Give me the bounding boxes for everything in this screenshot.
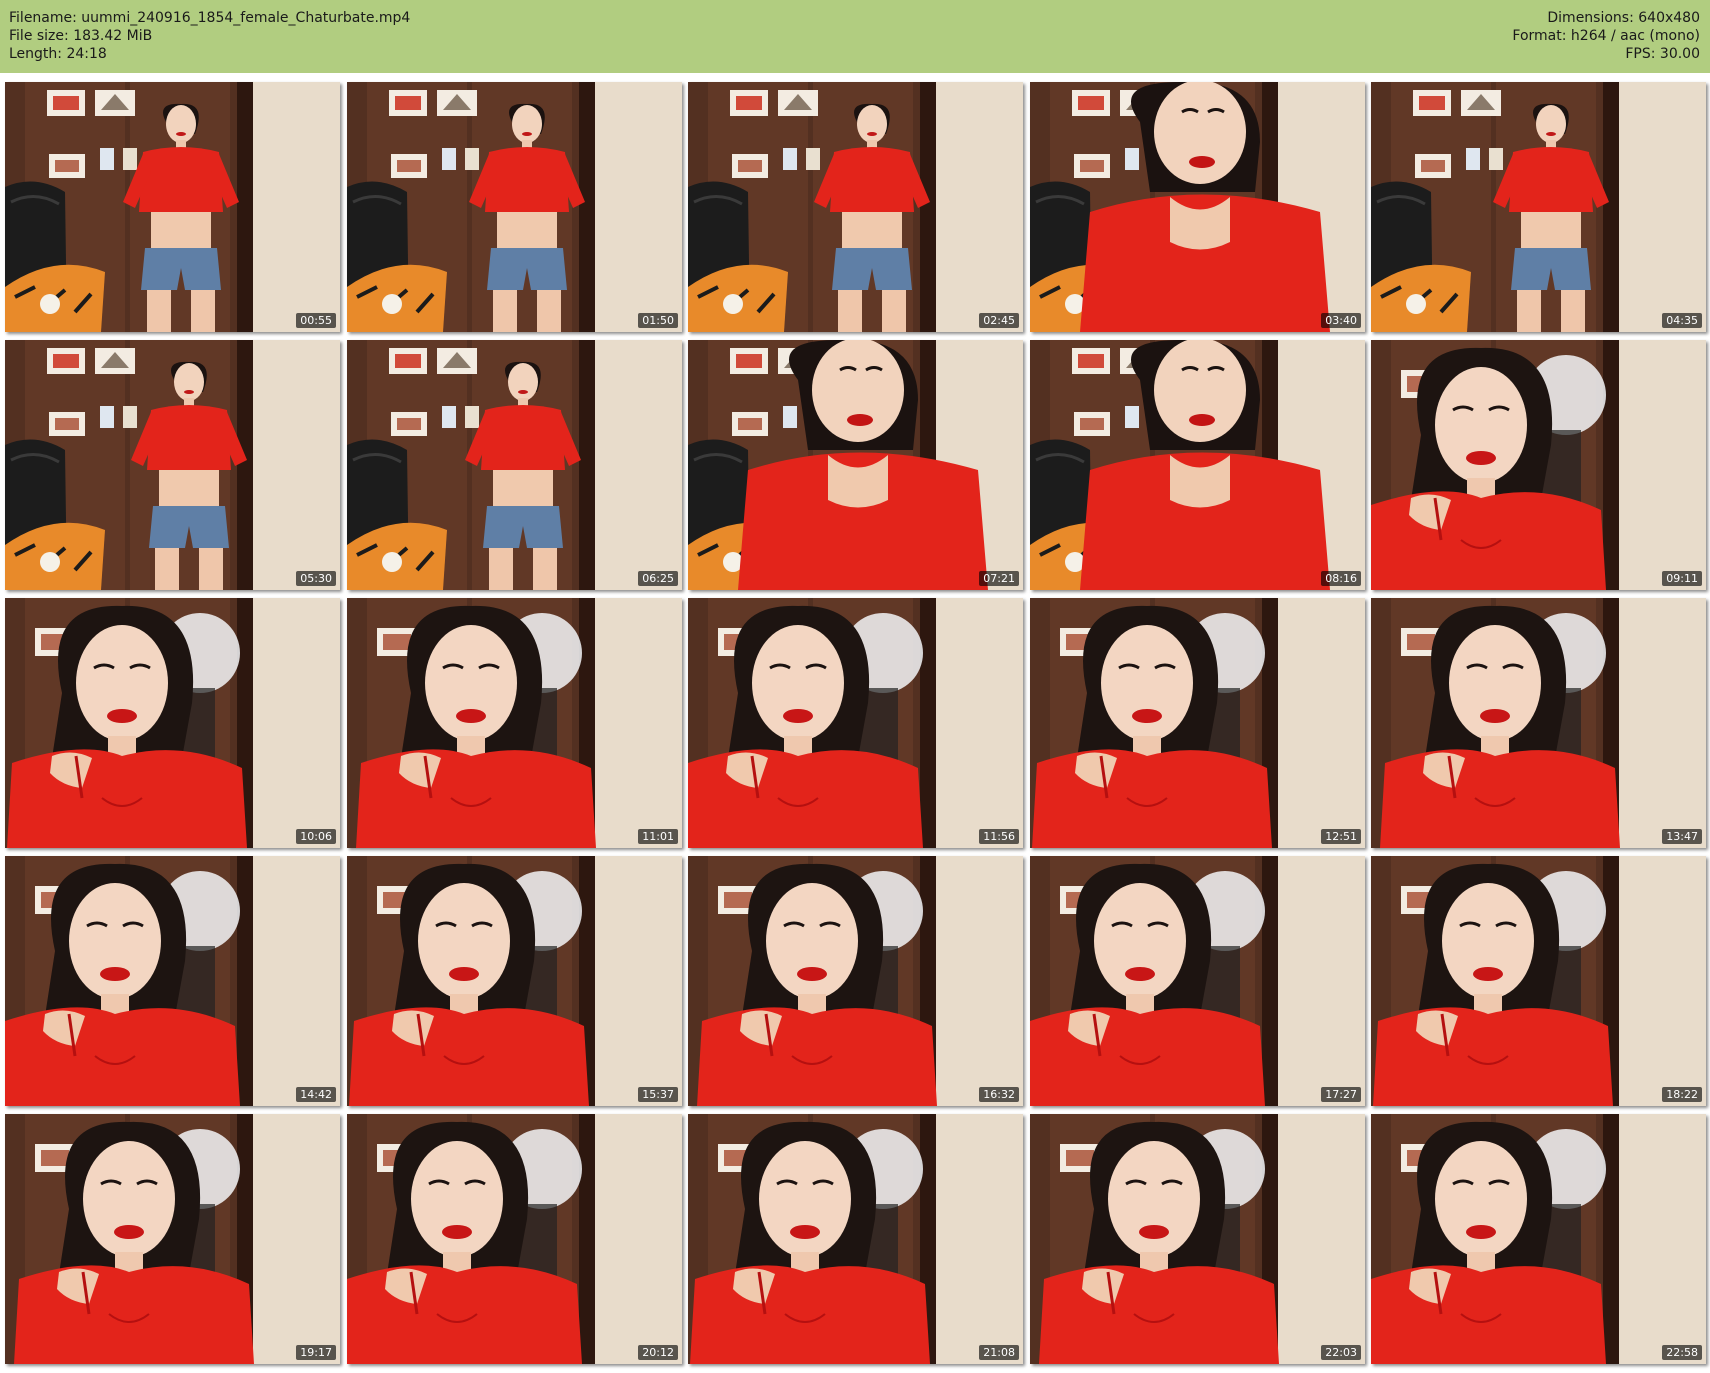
timestamp-label: 07:21 xyxy=(979,571,1019,586)
thumbnail: 07:21 xyxy=(688,340,1023,590)
video-frame xyxy=(688,340,1023,590)
thumbnail: 04:35 xyxy=(1371,82,1706,332)
timestamp-label: 21:08 xyxy=(979,1345,1019,1360)
video-frame xyxy=(1371,856,1706,1106)
thumbnail: 18:22 xyxy=(1371,856,1706,1106)
video-frame xyxy=(1371,82,1706,332)
video-frame xyxy=(1030,856,1365,1106)
video-frame xyxy=(347,82,682,332)
timestamp-label: 01:50 xyxy=(638,313,678,328)
length-label: Length: 24:18 xyxy=(9,46,107,62)
thumbnail: 13:47 xyxy=(1371,598,1706,848)
video-frame xyxy=(1371,598,1706,848)
thumbnail: 15:37 xyxy=(347,856,682,1106)
thumbnail: 05:30 xyxy=(5,340,340,590)
timestamp-label: 16:32 xyxy=(979,1087,1019,1102)
timestamp-label: 17:27 xyxy=(1321,1087,1361,1102)
timestamp-label: 20:12 xyxy=(638,1345,678,1360)
video-frame xyxy=(688,598,1023,848)
thumbnail: 12:51 xyxy=(1030,598,1365,848)
video-frame xyxy=(1030,1114,1365,1364)
timestamp-label: 14:42 xyxy=(296,1087,336,1102)
thumbnail: 06:25 xyxy=(347,340,682,590)
video-frame xyxy=(5,1114,340,1364)
thumbnail: 08:16 xyxy=(1030,340,1365,590)
fps-label: FPS: 30.00 xyxy=(1625,46,1700,62)
video-frame xyxy=(688,856,1023,1106)
timestamp-label: 22:58 xyxy=(1662,1345,1702,1360)
format-label: Format: h264 / aac (mono) xyxy=(1512,28,1700,44)
video-frame xyxy=(1371,340,1706,590)
thumbnail: 02:45 xyxy=(688,82,1023,332)
timestamp-label: 02:45 xyxy=(979,313,1019,328)
video-frame xyxy=(347,856,682,1106)
video-frame xyxy=(688,82,1023,332)
thumbnail: 14:42 xyxy=(5,856,340,1106)
thumbnail: 17:27 xyxy=(1030,856,1365,1106)
dimensions-label: Dimensions: 640x480 xyxy=(1547,10,1700,26)
timestamp-label: 11:01 xyxy=(638,829,678,844)
video-frame xyxy=(347,1114,682,1364)
filesize-label: File size: 183.42 MiB xyxy=(9,28,153,44)
timestamp-label: 09:11 xyxy=(1662,571,1702,586)
timestamp-label: 13:47 xyxy=(1662,829,1702,844)
thumbnail: 22:58 xyxy=(1371,1114,1706,1364)
timestamp-label: 12:51 xyxy=(1321,829,1361,844)
thumbnail: 03:40 xyxy=(1030,82,1365,332)
thumbnail: 11:56 xyxy=(688,598,1023,848)
timestamp-label: 10:06 xyxy=(296,829,336,844)
thumbnail: 21:08 xyxy=(688,1114,1023,1364)
video-frame xyxy=(5,82,340,332)
timestamp-label: 11:56 xyxy=(979,829,1019,844)
thumbnail: 22:03 xyxy=(1030,1114,1365,1364)
video-frame xyxy=(5,856,340,1106)
timestamp-label: 00:55 xyxy=(296,313,336,328)
timestamp-label: 08:16 xyxy=(1321,571,1361,586)
timestamp-label: 18:22 xyxy=(1662,1087,1702,1102)
video-frame xyxy=(5,340,340,590)
video-frame xyxy=(1030,598,1365,848)
timestamp-label: 05:30 xyxy=(296,571,336,586)
video-frame xyxy=(1371,1114,1706,1364)
file-info-left: Filename: uummi_240916_1854_female_Chatu… xyxy=(9,9,410,63)
thumbnail: 09:11 xyxy=(1371,340,1706,590)
thumbnail: 19:17 xyxy=(5,1114,340,1364)
video-frame xyxy=(688,1114,1023,1364)
timestamp-label: 04:35 xyxy=(1662,313,1702,328)
video-frame xyxy=(1030,340,1365,590)
thumbnail: 11:01 xyxy=(347,598,682,848)
timestamp-label: 03:40 xyxy=(1321,313,1361,328)
filename-label: Filename: uummi_240916_1854_female_Chatu… xyxy=(9,10,411,26)
timestamp-label: 22:03 xyxy=(1321,1345,1361,1360)
thumbnail: 16:32 xyxy=(688,856,1023,1106)
timestamp-label: 15:37 xyxy=(638,1087,678,1102)
thumbnail: 20:12 xyxy=(347,1114,682,1364)
timestamp-label: 06:25 xyxy=(638,571,678,586)
timestamp-label: 19:17 xyxy=(296,1345,336,1360)
thumbnail: 00:55 xyxy=(5,82,340,332)
thumbnail: 10:06 xyxy=(5,598,340,848)
info-header: Filename: uummi_240916_1854_female_Chatu… xyxy=(0,0,1710,73)
video-frame xyxy=(1030,82,1365,332)
video-frame xyxy=(5,598,340,848)
video-frame xyxy=(347,340,682,590)
thumbnail: 01:50 xyxy=(347,82,682,332)
file-info-right: Dimensions: 640x480 Format: h264 / aac (… xyxy=(1512,9,1700,63)
thumbnail-grid: 00:55 01:50 02:45 03:40 04:35 05:30 06:25 07:21… xyxy=(5,82,1706,1369)
video-frame xyxy=(347,598,682,848)
